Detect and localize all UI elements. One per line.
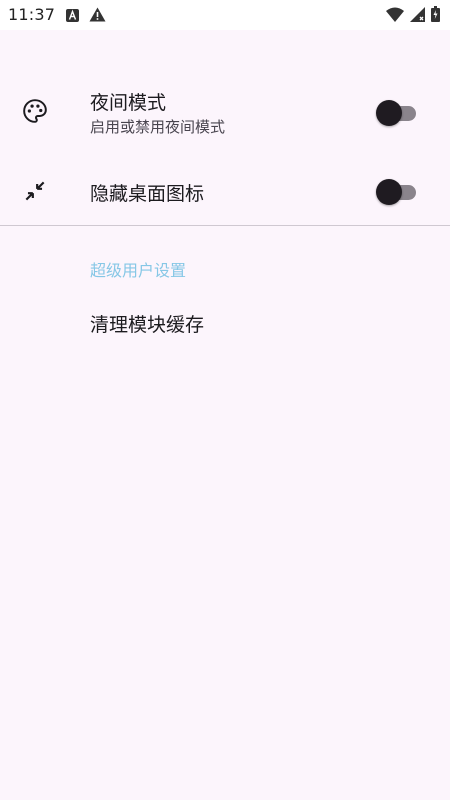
status-notification-icons [66, 7, 106, 26]
palette-icon [22, 98, 48, 124]
status-bar: 11:37 [0, 0, 450, 30]
wifi-icon [386, 7, 404, 26]
hide-launcher-icon-setting[interactable]: 隐藏桌面图标 [0, 170, 450, 214]
signal-icon [410, 6, 425, 26]
settings-list: 夜间模式 启用或禁用夜间模式 隐藏桌面图标 超级用户设置 清理模块缓存 [0, 30, 450, 800]
status-system-icons [386, 6, 440, 26]
warning-icon [89, 7, 106, 26]
night-mode-summary: 启用或禁用夜间模式 [90, 118, 226, 136]
section-divider [0, 225, 450, 226]
hide-launcher-icon-switch[interactable] [376, 179, 416, 205]
a-notification-icon [66, 7, 79, 26]
night-mode-title: 夜间模式 [90, 92, 167, 114]
hide-launcher-icon-title: 隐藏桌面图标 [90, 183, 205, 205]
switch-thumb [376, 100, 402, 126]
battery-icon [431, 6, 440, 26]
night-mode-switch[interactable] [376, 100, 416, 126]
shrink-arrows-icon [22, 178, 48, 204]
status-time: 11:37 [8, 5, 56, 24]
switch-thumb [376, 179, 402, 205]
superuser-section-title: 超级用户设置 [90, 261, 187, 280]
night-mode-setting[interactable]: 夜间模式 启用或禁用夜间模式 [0, 80, 450, 146]
clear-module-cache-item[interactable]: 清理模块缓存 [90, 310, 204, 337]
